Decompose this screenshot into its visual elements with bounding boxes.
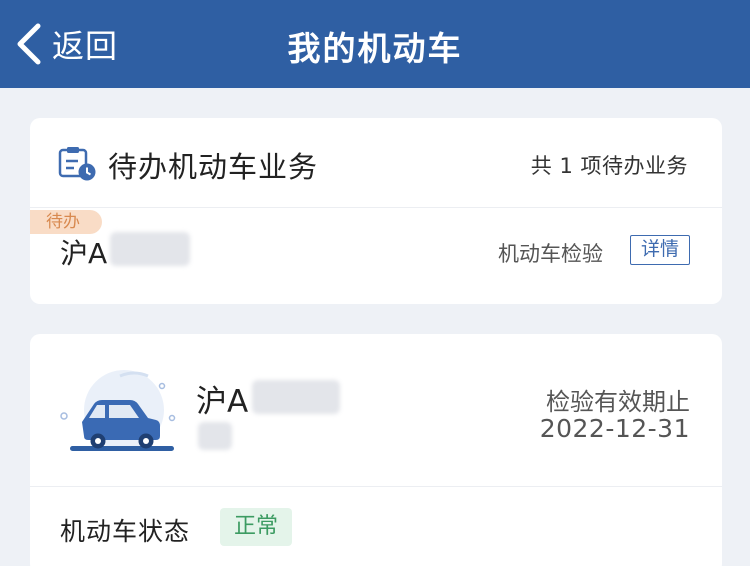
car-icon <box>60 370 176 451</box>
inspection-expiry-date: 2022-12-31 <box>539 414 690 443</box>
divider <box>30 486 722 487</box>
business-type: 机动车检验 <box>498 242 603 266</box>
vehicle-card[interactable]: 沪A 检验有效期止 2022-12-31 机动车状态 正常 <box>30 334 722 566</box>
status-badge: 正常 <box>220 508 292 546</box>
plate-redaction <box>252 380 340 414</box>
plate-redaction <box>110 232 190 266</box>
pending-business-card: 待办机动车业务 共 1 项待办业务 待办 沪A 机动车检验 详情 <box>30 118 722 304</box>
nav-bar: 返回 我的机动车 <box>0 0 750 88</box>
pending-count: 共 1 项待办业务 <box>530 154 688 178</box>
vehicle-status-label: 机动车状态 <box>60 517 191 546</box>
inspection-expiry-label: 检验有效期止 <box>546 388 690 416</box>
todo-badge: 待办 <box>30 210 102 234</box>
page-title: 我的机动车 <box>287 29 463 68</box>
pending-title: 待办机动车业务 <box>108 150 319 184</box>
clipboard-clock-icon <box>58 147 96 181</box>
detail-button[interactable]: 详情 <box>630 235 690 265</box>
vehicle-type-redaction <box>198 422 232 450</box>
pending-plate-number: 沪A <box>60 237 108 270</box>
pending-header: 待办机动车业务 共 1 项待办业务 <box>30 118 722 208</box>
vehicle-plate-number: 沪A <box>196 384 249 420</box>
